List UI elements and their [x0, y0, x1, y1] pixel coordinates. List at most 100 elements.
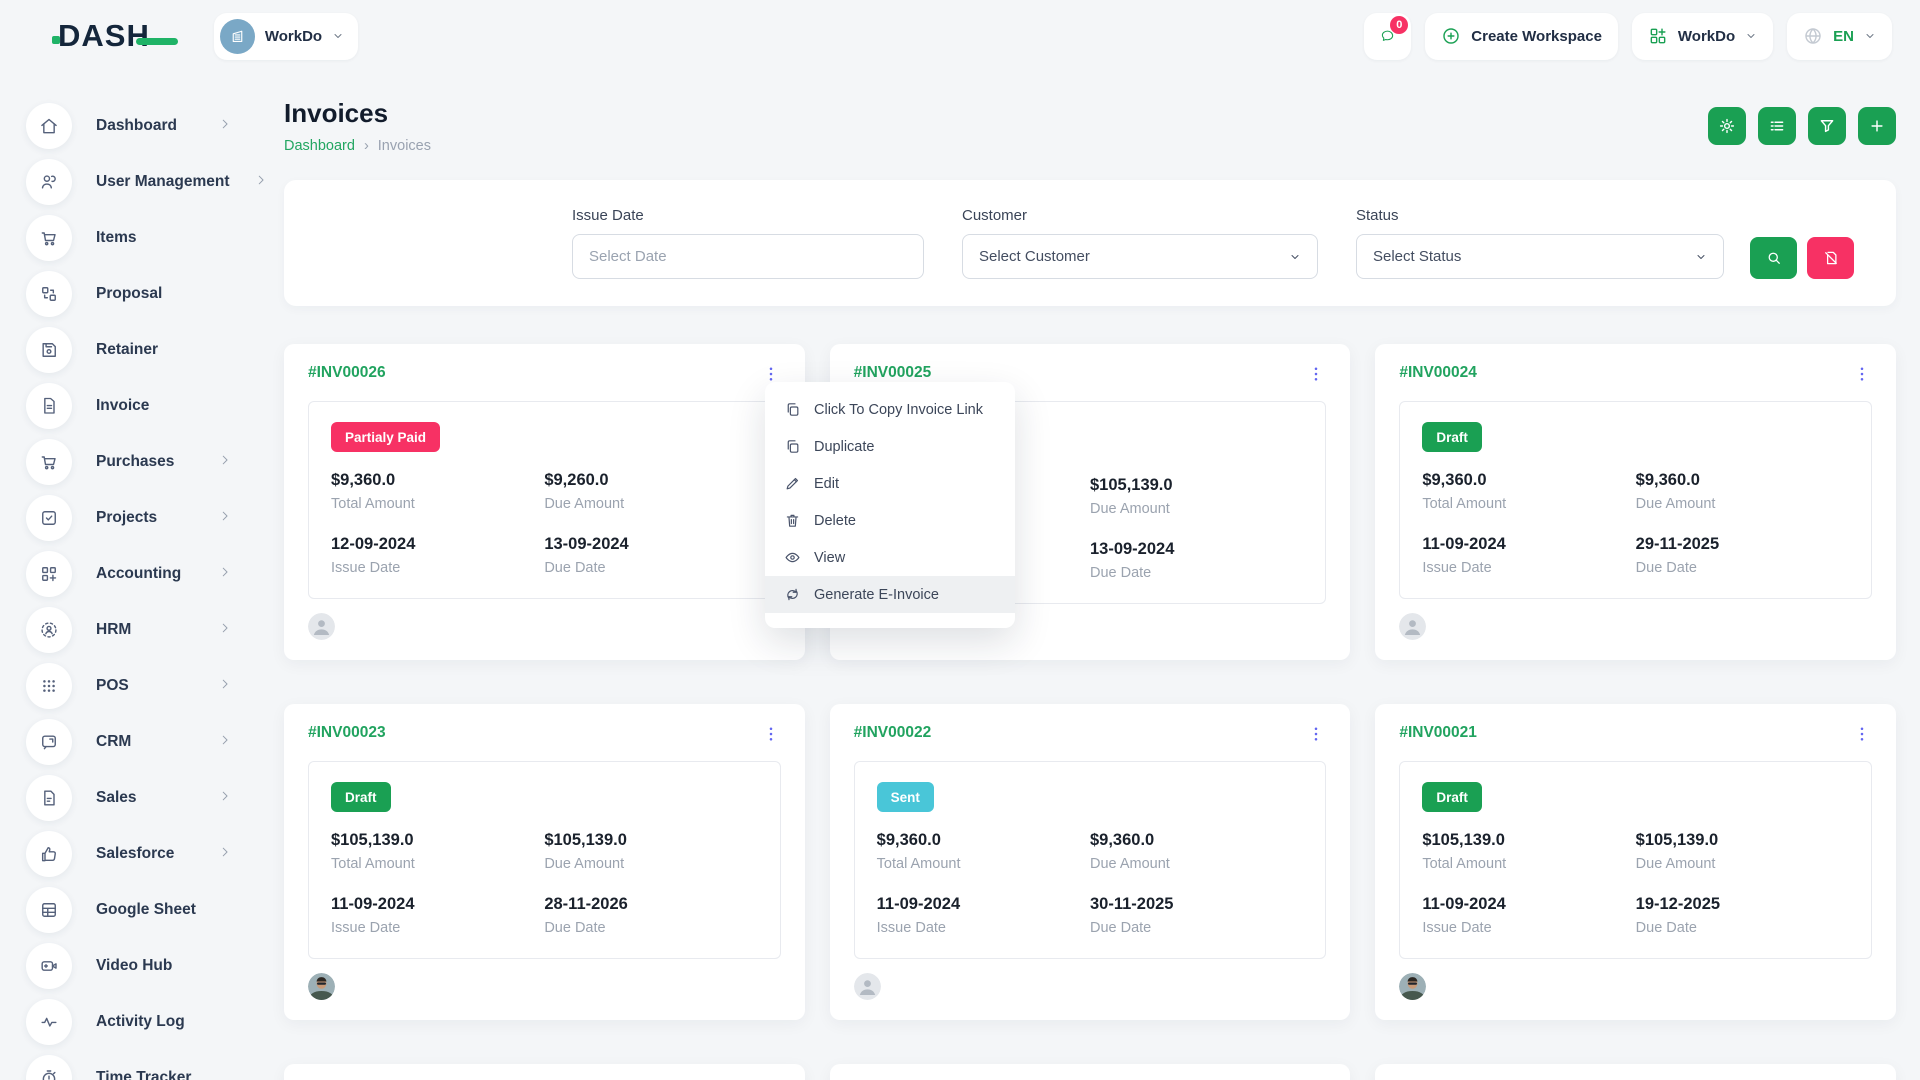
workspace-avatar-icon — [220, 19, 255, 54]
apply-filter-button[interactable] — [1750, 237, 1797, 279]
top-header: DASH WorkDo 0 Create Workspace WorkDo EN — [0, 0, 1920, 72]
kebab-menu-icon[interactable] — [1852, 364, 1872, 384]
invoice-number-link[interactable]: #INV00022 — [854, 724, 932, 742]
sidebar-item-crm[interactable]: CRM — [26, 714, 232, 770]
menu-item-edit[interactable]: Edit — [765, 465, 1015, 502]
add-invoice-button[interactable] — [1858, 107, 1896, 145]
list-icon — [1768, 117, 1786, 135]
invoice-card: #INV00022 Sent $9,360.0Total Amount $9,3… — [830, 704, 1351, 1020]
sidebar-item-salesforce[interactable]: Salesforce — [26, 826, 232, 882]
kebab-menu-icon[interactable] — [1306, 724, 1326, 744]
status-badge: Draft — [1422, 782, 1482, 812]
sidebar-item-user-management[interactable]: User Management — [26, 154, 232, 210]
kebab-menu-icon[interactable] — [761, 724, 781, 744]
invoice-summary-box: Partialy Paid $9,360.0Total Amount $9,26… — [308, 401, 781, 599]
sidebar-item-purchases[interactable]: Purchases — [26, 434, 232, 490]
due-date-value: 28-11-2026 — [544, 895, 757, 915]
status-badge: Sent — [877, 782, 934, 812]
invoice-summary-box: Draft $9,360.0Total Amount $9,360.0Due A… — [1399, 401, 1872, 599]
sidebar-item-dashboard[interactable]: Dashboard — [26, 98, 232, 154]
invoice-summary-box: Draft $105,139.0Total Amount $105,139.0D… — [308, 761, 781, 959]
gear-icon — [1718, 117, 1736, 135]
customer-avatar-photo — [308, 973, 335, 1000]
chat-square-icon — [26, 719, 72, 765]
language-code: EN — [1833, 28, 1854, 45]
settings-button[interactable] — [1708, 107, 1746, 145]
total-amount-value: $105,139.0 — [331, 831, 544, 851]
breadcrumb: Dashboard › Invoices — [284, 138, 431, 154]
plus-icon — [1868, 117, 1886, 135]
issue-date-value: 12-09-2024 — [331, 535, 544, 555]
sidebar-item-activity-log[interactable]: Activity Log — [26, 994, 232, 1050]
kebab-menu-icon[interactable] — [1306, 364, 1326, 384]
kebab-menu-icon[interactable] — [761, 364, 781, 384]
sidebar-nav: Dashboard User Management Items Proposal… — [0, 72, 252, 1080]
customer-label: Customer — [962, 207, 1318, 224]
sidebar-item-items[interactable]: Items — [26, 210, 232, 266]
invoice-summary-box: Sent $9,360.0Total Amount $9,360.0Due Am… — [854, 761, 1327, 959]
issue-date-value: 11-09-2024 — [331, 895, 544, 915]
workspace-switcher[interactable]: WorkDo — [1632, 13, 1773, 60]
kebab-menu-icon[interactable] — [1852, 724, 1872, 744]
customer-select[interactable]: Select Customer — [962, 234, 1318, 279]
invoice-number-link[interactable]: #INV00026 — [308, 364, 386, 382]
sidebar-item-google-sheet[interactable]: Google Sheet — [26, 882, 232, 938]
status-select[interactable]: Select Status — [1356, 234, 1724, 279]
grid-plus-icon — [1648, 26, 1668, 46]
cart-icon — [26, 215, 72, 261]
create-workspace-label: Create Workspace — [1471, 28, 1602, 45]
invoice-card: #INV00019 — [830, 1064, 1351, 1080]
reset-filter-button[interactable] — [1807, 237, 1854, 279]
sidebar-item-proposal[interactable]: Proposal — [26, 266, 232, 322]
invoice-card: #INV00024 Draft $9,360.0Total Amount $9,… — [1375, 344, 1896, 660]
breadcrumb-dashboard-link[interactable]: Dashboard — [284, 138, 355, 154]
sidebar-item-sales[interactable]: Sales — [26, 770, 232, 826]
sidebar-item-accounting[interactable]: Accounting — [26, 546, 232, 602]
chevron-right-icon — [218, 621, 232, 640]
sidebar-item-video-hub[interactable]: Video Hub — [26, 938, 232, 994]
total-amount-value: $9,360.0 — [1422, 471, 1635, 491]
sidebar-item-time-tracker[interactable]: Time Tracker — [26, 1050, 232, 1080]
issue-date-input[interactable] — [589, 248, 907, 265]
menu-item-copy-link[interactable]: Click To Copy Invoice Link — [765, 391, 1015, 428]
due-amount-value: $9,360.0 — [1090, 831, 1303, 851]
list-view-button[interactable] — [1758, 107, 1796, 145]
sidebar-item-projects[interactable]: Projects — [26, 490, 232, 546]
status-badge: Partialy Paid — [331, 422, 440, 452]
sidebar-item-pos[interactable]: POS — [26, 658, 232, 714]
chevron-right-icon — [218, 845, 232, 864]
issue-date-label: Issue Date — [572, 207, 924, 224]
create-workspace-button[interactable]: Create Workspace — [1425, 13, 1618, 60]
sidebar-item-invoice[interactable]: Invoice — [26, 378, 232, 434]
due-date-value: 13-09-2024 — [1090, 540, 1303, 560]
menu-item-duplicate[interactable]: Duplicate — [765, 428, 1015, 465]
invoice-number-link[interactable]: #INV00024 — [1399, 364, 1477, 382]
globe-icon — [1803, 26, 1823, 46]
menu-item-delete[interactable]: Delete — [765, 502, 1015, 539]
sidebar-item-hrm[interactable]: HRM — [26, 602, 232, 658]
invoice-number-link[interactable]: #INV00021 — [1399, 724, 1477, 742]
chevron-right-icon — [218, 117, 232, 136]
messages-button[interactable]: 0 — [1364, 13, 1411, 60]
customer-avatar — [854, 973, 881, 1000]
stopwatch-icon — [26, 1055, 72, 1080]
file-text-icon — [26, 383, 72, 429]
language-selector[interactable]: EN — [1787, 13, 1892, 60]
chevron-down-icon — [1695, 251, 1707, 263]
workspace-selector[interactable]: WorkDo — [214, 13, 358, 60]
invoice-number-link[interactable]: #INV00025 — [854, 364, 932, 382]
invoice-number-link[interactable]: #INV00023 — [308, 724, 386, 742]
due-date-value: 29-11-2025 — [1636, 535, 1849, 555]
duplicate-icon — [784, 438, 801, 455]
logo-green-dot — [52, 36, 60, 44]
page-title: Invoices — [284, 98, 431, 129]
due-amount-value: $9,260.0 — [544, 471, 757, 491]
chevron-right-icon — [218, 509, 232, 528]
menu-item-generate-e-invoice[interactable]: Generate E-Invoice — [765, 576, 1015, 613]
home-icon — [26, 103, 72, 149]
menu-item-view[interactable]: View — [765, 539, 1015, 576]
filter-button[interactable] — [1808, 107, 1846, 145]
save-icon — [26, 327, 72, 373]
sidebar-item-retainer[interactable]: Retainer — [26, 322, 232, 378]
invoice-card: #INV00020 — [284, 1064, 805, 1080]
